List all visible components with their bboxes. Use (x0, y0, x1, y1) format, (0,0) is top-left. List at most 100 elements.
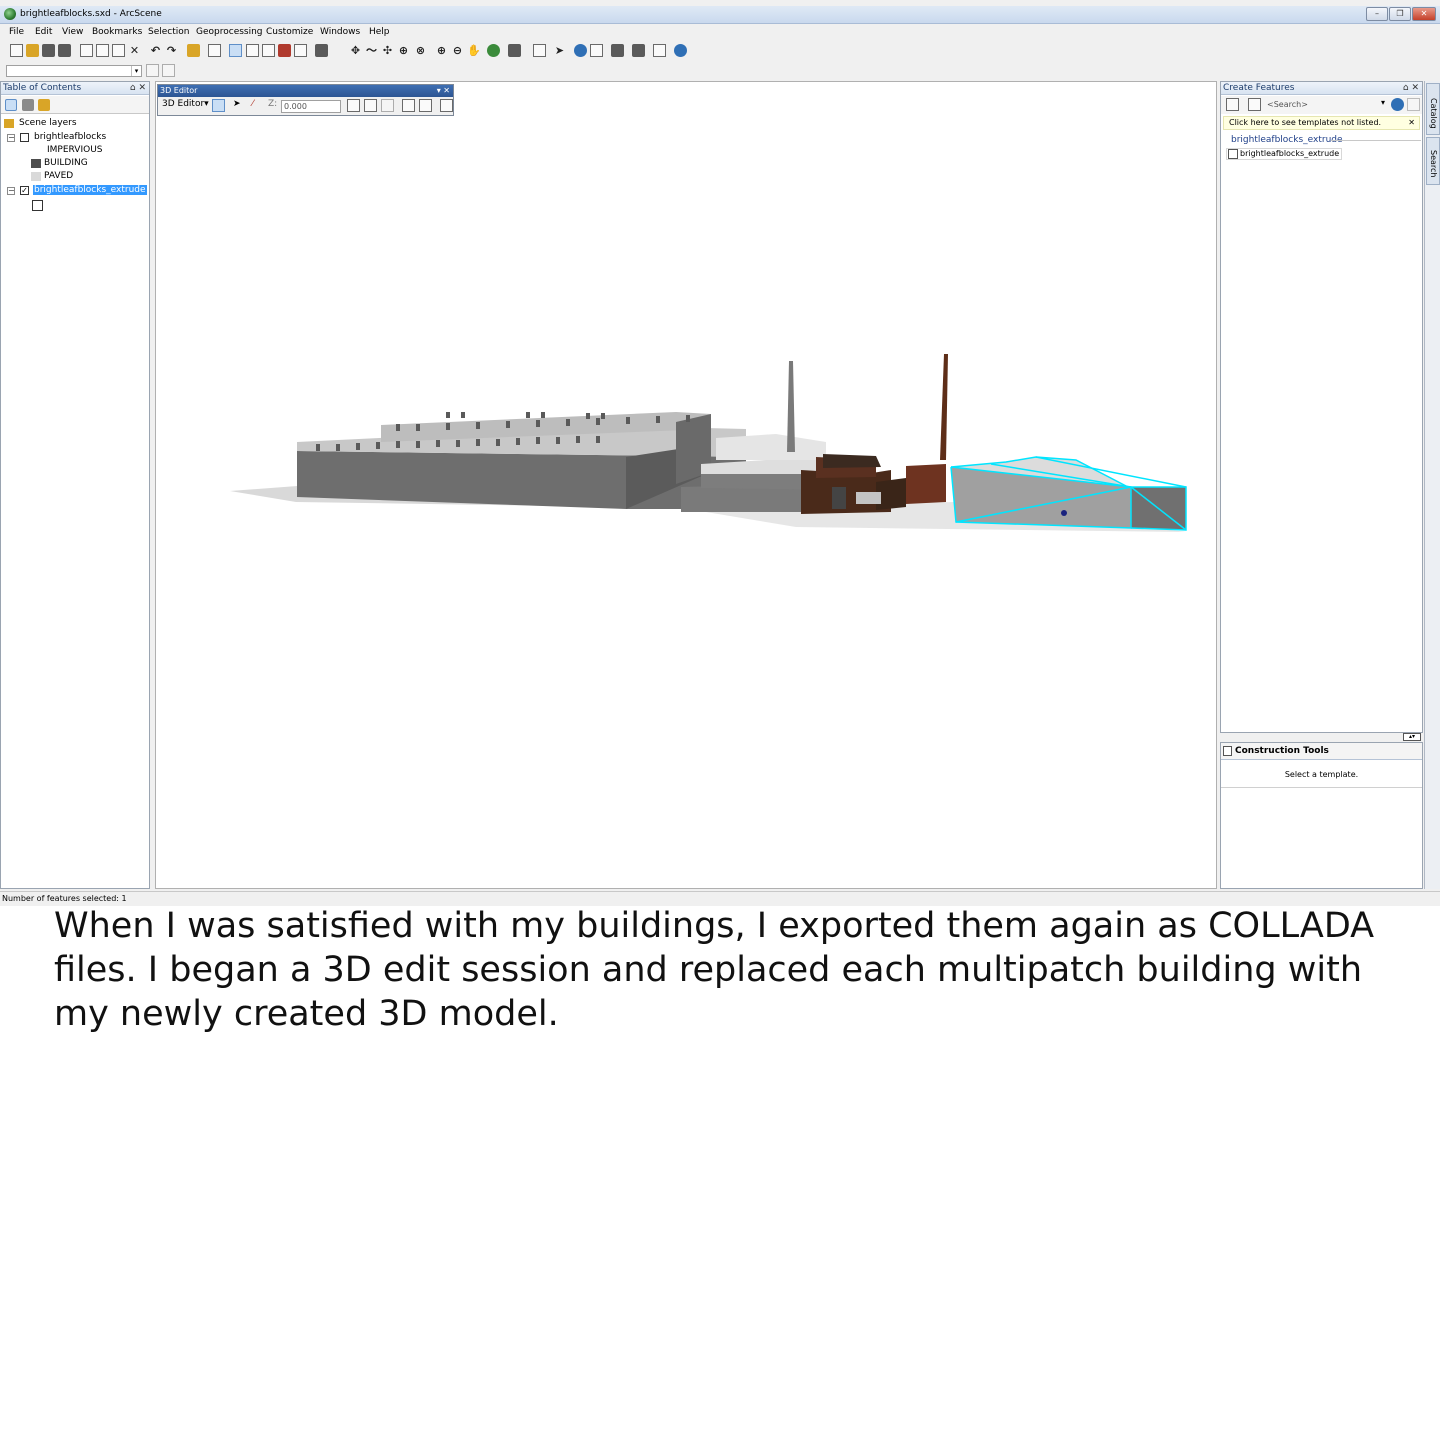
layer-visibility-checkbox[interactable]: ✓ (20, 186, 29, 195)
zoom-in-icon[interactable]: ⊕ (435, 44, 448, 57)
layer-dropdown[interactable]: ▾ (6, 65, 142, 77)
table-of-contents-icon[interactable] (229, 44, 242, 57)
menu-geoprocessing[interactable]: Geoprocessing (196, 27, 263, 37)
legend-item-paved: PAVED (31, 171, 73, 181)
3d-editor-menu-button[interactable]: 3D Editor▾ (162, 99, 209, 109)
minimize-button[interactable]: – (1366, 7, 1388, 21)
group-divider (1331, 140, 1421, 141)
feature-template-item[interactable]: brightleafblocks_extrude (1226, 148, 1343, 160)
search-window-icon[interactable] (262, 44, 275, 57)
sketch-properties-icon[interactable] (419, 99, 432, 112)
legend-swatch (32, 200, 43, 211)
add-data-icon[interactable] (187, 44, 200, 57)
copy-icon[interactable] (96, 44, 109, 57)
divider (1221, 787, 1422, 788)
full-extent-icon[interactable] (487, 44, 500, 57)
menu-bookmarks[interactable]: Bookmarks (92, 27, 142, 37)
chevron-down-icon[interactable]: ▾ (1381, 98, 1385, 107)
navigate-icon[interactable]: ✥ (349, 44, 362, 57)
panel-splitter[interactable]: ▴▾ (1220, 733, 1423, 742)
rotate-icon[interactable] (381, 99, 394, 112)
template-group-label: brightleafblocks_extrude (1231, 135, 1343, 145)
edit-tool-icon[interactable]: ➤ (233, 99, 241, 109)
scene-layers-row[interactable]: Scene layers (4, 118, 77, 128)
html-popup-icon[interactable] (590, 44, 603, 57)
arcscene-globe-icon (4, 8, 16, 20)
clear-search-icon[interactable] (1407, 98, 1420, 111)
organize-templates-icon[interactable] (1248, 98, 1261, 111)
zoom-out-icon[interactable]: ⊖ (451, 44, 464, 57)
toolbox-icon[interactable] (278, 44, 291, 57)
list-by-visibility-icon[interactable] (38, 99, 50, 111)
layer-tool-icon[interactable] (162, 64, 175, 77)
tab-catalog[interactable]: Catalog (1426, 83, 1440, 135)
close-hint-icon[interactable]: ✕ (1408, 117, 1415, 129)
list-by-drawing-order-icon[interactable] (5, 99, 17, 111)
filter-icon[interactable] (1226, 98, 1239, 111)
layer-row-brightleafblocks-extrude[interactable]: − ✓ brightleafblocks_extrude (7, 185, 147, 197)
animation-icon[interactable] (653, 44, 666, 57)
menu-file[interactable]: File (9, 27, 24, 37)
templates-hint-bar[interactable]: Click here to see templates not listed. … (1223, 116, 1420, 130)
python-window-icon[interactable] (294, 44, 307, 57)
zoom-to-target-icon[interactable]: ⊕ (397, 44, 410, 57)
layer-visibility-checkbox[interactable] (20, 133, 29, 142)
delete-icon[interactable]: ✕ (128, 44, 141, 57)
menu-customize[interactable]: Customize (266, 27, 313, 37)
paste-icon[interactable] (112, 44, 125, 57)
template-search-input[interactable]: <Search> (1267, 98, 1387, 111)
toggle-construction-tools-icon[interactable]: ▴▾ (1403, 733, 1421, 741)
menu-windows[interactable]: Windows (320, 27, 360, 37)
expand-collapse-icon[interactable]: − (7, 134, 15, 142)
menu-help[interactable]: Help (369, 27, 390, 37)
tab-search[interactable]: Search (1426, 137, 1440, 185)
model-builder-icon[interactable] (315, 44, 328, 57)
print-icon[interactable] (58, 44, 71, 57)
redo-icon[interactable]: ↷ (165, 44, 178, 57)
3d-effects-icon[interactable] (674, 44, 687, 57)
catalog-window-icon[interactable] (246, 44, 259, 57)
target-center-icon[interactable]: ✣ (381, 44, 394, 57)
menu-view[interactable]: View (62, 27, 83, 37)
scene-layers-label: Scene layers (19, 118, 77, 128)
move-icon[interactable] (364, 99, 377, 112)
z-label: Z: (268, 99, 278, 109)
3d-editor-controls[interactable]: ▾ ✕ (437, 85, 450, 97)
new-document-icon[interactable] (10, 44, 23, 57)
select-elements-icon[interactable]: ➤ (553, 44, 566, 57)
edit-vertices-icon[interactable] (347, 99, 360, 112)
fly-icon[interactable]: 〜 (365, 44, 378, 57)
scene-view[interactable] (155, 81, 1217, 889)
status-bar: Number of features selected: 1 (0, 891, 1440, 905)
3d-editor-titlebar[interactable]: 3D Editor ▾ ✕ (158, 85, 453, 97)
undo-icon[interactable]: ↶ (149, 44, 162, 57)
menu-selection[interactable]: Selection (148, 27, 189, 37)
select-features-icon[interactable] (508, 44, 521, 57)
cut-icon[interactable] (80, 44, 93, 57)
close-button[interactable]: ✕ (1412, 7, 1436, 21)
set-observer-icon[interactable]: ⊗ (414, 44, 427, 57)
z-value-input[interactable]: 0.000 (281, 100, 341, 113)
save-icon[interactable] (42, 44, 55, 57)
menu-edit[interactable]: Edit (35, 27, 52, 37)
identify-icon[interactable] (574, 44, 587, 57)
create-features-icon[interactable] (440, 99, 453, 112)
open-folder-icon[interactable] (26, 44, 39, 57)
construction-tools-panel: Construction Tools Select a template. (1220, 742, 1423, 889)
list-by-source-icon[interactable] (22, 99, 34, 111)
measure-icon[interactable] (632, 44, 645, 57)
sketch-tool-icon[interactable]: ⁄ (252, 99, 254, 109)
search-icon[interactable] (1391, 98, 1404, 111)
scene-properties-icon[interactable] (208, 44, 221, 57)
clear-selection-icon[interactable] (533, 44, 546, 57)
restore-button[interactable]: ❐ (1389, 7, 1411, 21)
create-features-pin-close-controls[interactable]: ⌂ ✕ (1403, 82, 1419, 95)
pan-icon[interactable]: ✋ (467, 44, 481, 57)
edit-placement-icon[interactable] (212, 99, 225, 112)
find-icon[interactable] (611, 44, 624, 57)
layer-row-brightleafblocks[interactable]: − brightleafblocks (7, 132, 147, 144)
attributes-icon[interactable] (402, 99, 415, 112)
layer-properties-icon[interactable] (146, 64, 159, 77)
expand-collapse-icon[interactable]: − (7, 187, 15, 195)
toc-pin-close-controls[interactable]: ⌂ ✕ (130, 82, 146, 95)
